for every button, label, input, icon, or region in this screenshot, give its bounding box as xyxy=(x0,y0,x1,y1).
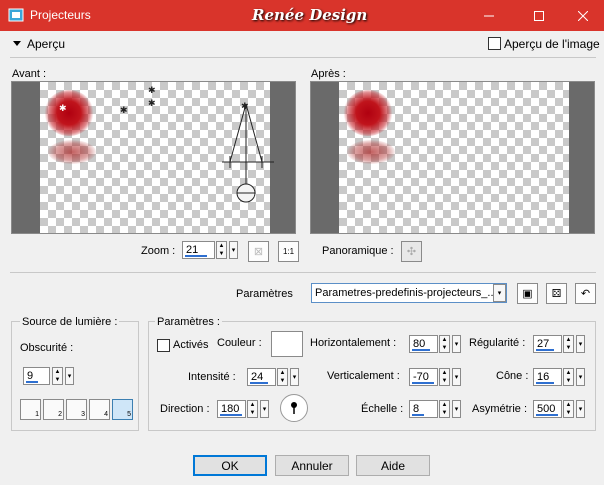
svg-text:✱: ✱ xyxy=(59,103,67,113)
light-1-button[interactable]: 1 xyxy=(20,399,41,420)
zoom-fit-icon[interactable]: ⊠ xyxy=(248,241,269,262)
regularity-input[interactable]: 27 xyxy=(533,335,562,353)
brand-logo: Renée Design xyxy=(252,6,368,24)
zoom-label: Zoom : xyxy=(141,245,176,257)
scale-input[interactable]: 8 xyxy=(409,400,438,418)
close-icon xyxy=(578,10,588,21)
direction-dropdown[interactable]: ▾ xyxy=(260,400,269,418)
light-5-button[interactable]: 5 xyxy=(112,399,133,420)
obscurity-input[interactable]: 9 xyxy=(23,367,50,385)
save-preset-icon[interactable]: ▣ xyxy=(517,283,538,304)
presets-select[interactable]: Parametres-predefinis-projecteurs_... xyxy=(311,283,507,303)
obscurity-label: Obscurité : xyxy=(20,342,74,354)
vertical-spinner[interactable]: ▲ ▼ xyxy=(439,368,450,386)
help-button[interactable]: Aide xyxy=(356,455,430,476)
svg-text:✱: ✱ xyxy=(148,85,156,95)
cone-spinner[interactable]: ▲ ▼ xyxy=(563,368,574,386)
asymmetry-spinner[interactable]: ▲ ▼ xyxy=(563,400,574,418)
minimize-button[interactable] xyxy=(466,0,512,31)
horizontal-label: Horizontalement : xyxy=(310,337,397,349)
direction-dial[interactable] xyxy=(280,394,308,422)
collapse-arrow-icon[interactable] xyxy=(13,41,21,46)
after-label: Après : xyxy=(311,68,346,80)
asymmetry-dropdown[interactable]: ▾ xyxy=(576,400,585,418)
light-4-button[interactable]: 4 xyxy=(89,399,110,420)
intensity-label: Intensité : xyxy=(188,371,236,383)
before-label: Avant : xyxy=(12,68,47,80)
color-label: Couleur : xyxy=(217,337,262,349)
zoom-spinner[interactable]: ▲ ▼ xyxy=(216,241,227,259)
maximize-icon xyxy=(534,10,544,21)
horizontal-spinner[interactable]: ▲ ▼ xyxy=(439,335,450,353)
vertical-input[interactable]: -70 xyxy=(409,368,438,386)
image-preview-checkbox[interactable] xyxy=(488,37,501,50)
color-swatch[interactable] xyxy=(271,331,303,357)
asymmetry-label: Asymétrie : xyxy=(472,403,528,415)
asymmetry-input[interactable]: 500 xyxy=(533,400,562,418)
random-preset-icon[interactable]: ⚄ xyxy=(546,283,567,304)
presets-dropdown-icon[interactable]: ▾ xyxy=(493,284,506,302)
direction-input[interactable]: 180 xyxy=(217,400,246,418)
zoom-dropdown[interactable]: ▾ xyxy=(229,241,238,259)
pan-label: Panoramique : xyxy=(322,245,394,257)
close-button[interactable] xyxy=(560,0,604,31)
light-source-title: Source de lumière : xyxy=(20,316,120,328)
cone-label: Cône : xyxy=(496,370,529,382)
app-icon xyxy=(8,8,24,22)
intensity-input[interactable]: 24 xyxy=(247,368,276,386)
preview-section-label[interactable]: Aperçu xyxy=(27,37,65,51)
window-title: Projecteurs xyxy=(30,8,91,22)
scale-dropdown[interactable]: ▾ xyxy=(452,400,461,418)
active-label: Activés xyxy=(173,339,209,351)
light-2-button[interactable]: 2 xyxy=(43,399,64,420)
regularity-spinner[interactable]: ▲ ▼ xyxy=(563,335,574,353)
before-preview[interactable]: ✱ ✱ ✱ ✱ ✱ xyxy=(11,81,296,234)
scale-spinner[interactable]: ▲ ▼ xyxy=(439,400,450,418)
pan-icon[interactable]: ✣ xyxy=(401,241,422,262)
light-3-button[interactable]: 3 xyxy=(66,399,87,420)
obscurity-dropdown[interactable]: ▾ xyxy=(65,367,74,385)
vertical-dropdown[interactable]: ▾ xyxy=(452,368,461,386)
divider xyxy=(10,57,596,58)
light-handles[interactable]: ✱ ✱ ✱ ✱ ✱ xyxy=(12,82,296,234)
cone-dropdown[interactable]: ▾ xyxy=(576,368,585,386)
cancel-button[interactable]: Annuler xyxy=(275,455,349,476)
maximize-button[interactable] xyxy=(516,0,562,31)
direction-pin-icon xyxy=(291,402,297,414)
horizontal-input[interactable]: 80 xyxy=(409,335,438,353)
parameters-title: Paramètres : xyxy=(155,316,222,328)
intensity-spinner[interactable]: ▲ ▼ xyxy=(277,368,288,386)
ok-button[interactable]: OK xyxy=(193,455,267,476)
obscurity-spinner[interactable]: ▲ ▼ xyxy=(52,367,63,385)
cone-input[interactable]: 16 xyxy=(533,368,562,386)
regularity-dropdown[interactable]: ▾ xyxy=(576,335,585,353)
svg-text:✱: ✱ xyxy=(148,98,156,108)
reset-icon[interactable]: ↶ xyxy=(575,283,596,304)
scale-label: Échelle : xyxy=(361,403,404,415)
zoom-input[interactable]: 21 xyxy=(182,241,215,259)
horizontal-dropdown[interactable]: ▾ xyxy=(452,335,461,353)
direction-spinner[interactable]: ▲ ▼ xyxy=(247,400,258,418)
after-preview xyxy=(310,81,595,234)
intensity-dropdown[interactable]: ▾ xyxy=(290,368,299,386)
regularity-label: Régularité : xyxy=(469,337,526,349)
image-preview-label: Aperçu de l'image xyxy=(504,37,600,51)
svg-text:✱: ✱ xyxy=(120,105,128,115)
direction-label: Direction : xyxy=(160,403,210,415)
active-checkbox[interactable] xyxy=(157,339,170,352)
zoom-actual-size-icon[interactable]: 1:1 xyxy=(278,241,299,262)
minimize-icon xyxy=(484,15,494,16)
vertical-label: Verticalement : xyxy=(327,370,400,382)
presets-label: Paramètres xyxy=(236,288,293,300)
divider xyxy=(10,272,596,273)
